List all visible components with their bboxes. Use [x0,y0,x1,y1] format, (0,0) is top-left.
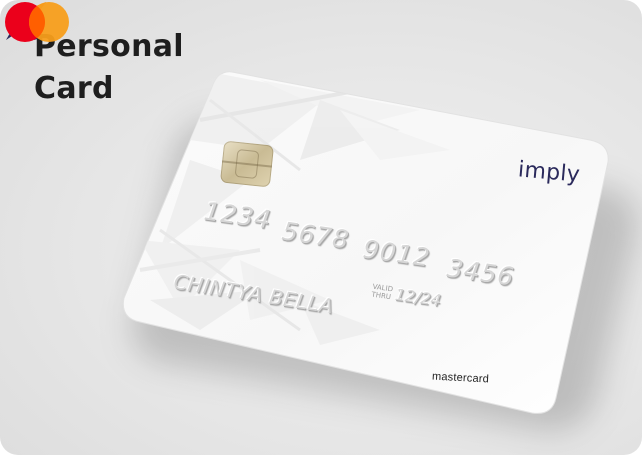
card-preview-panel: Personal Card imply 1234 5678 9012 3456 … [0,0,642,455]
brand-logo-text: imply [517,157,582,188]
mastercard-logo-icon [5,2,69,42]
valid-thru-label: VALID THRU [371,283,394,302]
sim-chip-icon [219,140,275,188]
credit-card: imply 1234 5678 9012 3456 CHINTYA BELLA … [0,0,642,455]
